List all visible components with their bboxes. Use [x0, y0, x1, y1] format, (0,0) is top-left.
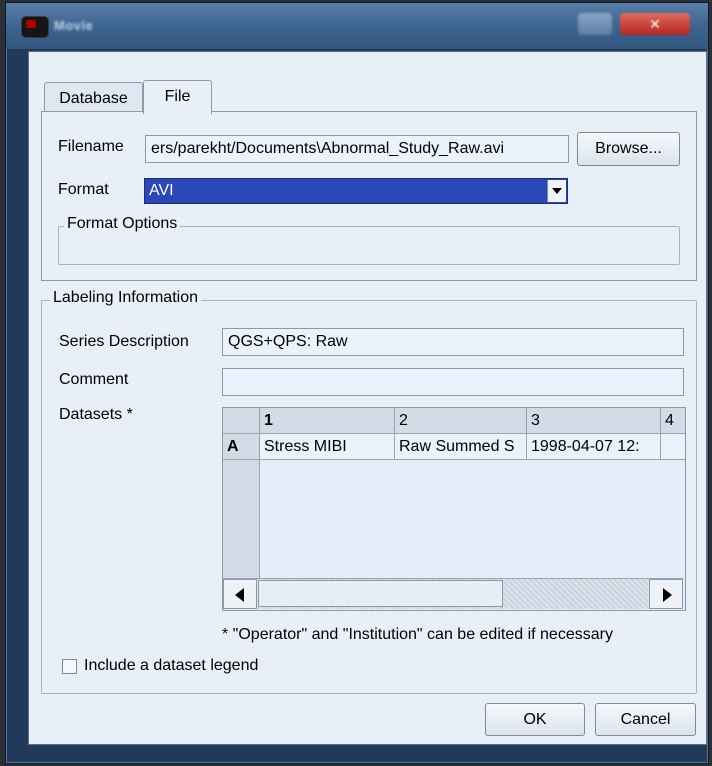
series-description-field[interactable]: QGS+QPS: Raw — [222, 328, 684, 356]
comment-field[interactable] — [222, 368, 684, 396]
dialog-body: Database File Filename ers/parekht/Docum… — [28, 51, 707, 745]
filename-label: Filename — [58, 138, 124, 155]
app-icon — [22, 17, 48, 37]
movie-dialog-window: Movie ✕ Database File Filename ers/parek… — [5, 2, 709, 764]
column-header-4[interactable]: 4 — [661, 408, 685, 434]
datasets-footnote: * "Operator" and "Institution" can be ed… — [222, 626, 613, 643]
include-legend-label[interactable]: Include a dataset legend — [84, 657, 258, 675]
format-options-group: Format Options — [58, 215, 680, 265]
series-description-label: Series Description — [59, 333, 189, 350]
close-button[interactable]: ✕ — [620, 13, 690, 35]
comment-label: Comment — [59, 371, 129, 388]
scroll-left-icon[interactable] — [223, 579, 257, 609]
table-cell[interactable]: 1998-04-07 12: — [527, 434, 661, 460]
format-label: Format — [58, 181, 109, 198]
datasets-table: 1 2 3 4 A Stress MIBI Raw Summed S 1998-… — [222, 407, 686, 611]
scrollbar-thumb[interactable] — [258, 580, 503, 607]
format-options-legend: Format Options — [64, 215, 181, 233]
window-title: Movie — [54, 18, 94, 33]
tab-file[interactable]: File — [143, 80, 212, 114]
column-header-1[interactable]: 1 — [260, 408, 395, 434]
chevron-down-icon[interactable] — [547, 180, 566, 202]
format-select[interactable]: AVI — [144, 178, 568, 204]
file-tab-panel: Filename ers/parekht/Documents\Abnormal_… — [41, 111, 697, 281]
filename-field[interactable]: ers/parekht/Documents\Abnormal_Study_Raw… — [145, 135, 569, 163]
labeling-information-legend: Labeling Information — [50, 289, 201, 307]
cancel-button[interactable]: Cancel — [595, 703, 696, 736]
include-legend-checkbox[interactable] — [62, 659, 77, 674]
minimize-button[interactable] — [578, 13, 612, 35]
table-cell[interactable] — [661, 434, 685, 460]
table-cell[interactable]: Stress MIBI — [260, 434, 395, 460]
close-icon: ✕ — [649, 16, 661, 32]
column-header-3[interactable]: 3 — [527, 408, 661, 434]
table-cell[interactable]: Raw Summed S — [395, 434, 527, 460]
table-corner — [223, 408, 260, 434]
column-header-2[interactable]: 2 — [395, 408, 527, 434]
row-header-column — [223, 460, 260, 578]
row-header-a[interactable]: A — [223, 434, 260, 460]
scroll-right-icon[interactable] — [649, 579, 683, 609]
title-bar[interactable]: Movie ✕ — [6, 3, 708, 49]
tab-database[interactable]: Database — [44, 82, 143, 113]
datasets-label: Datasets * — [59, 406, 133, 423]
horizontal-scrollbar[interactable] — [223, 578, 683, 609]
format-selected-value: AVI — [149, 182, 174, 199]
ok-button[interactable]: OK — [485, 703, 585, 736]
browse-button[interactable]: Browse... — [577, 132, 680, 166]
